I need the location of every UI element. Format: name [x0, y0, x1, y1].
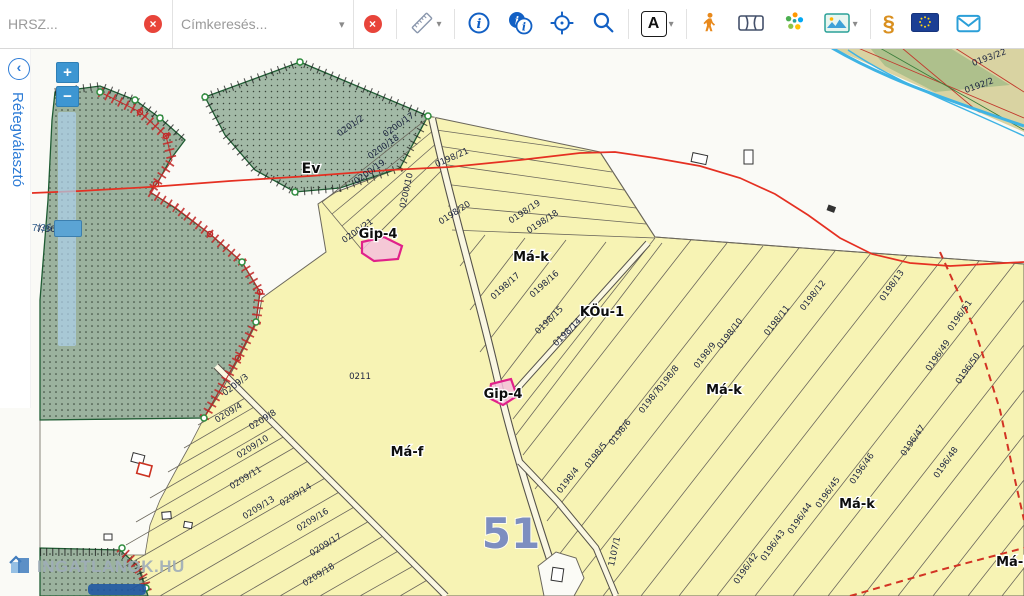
toolbar: × ▾ × ▾ i — [0, 0, 1024, 49]
panorama-icon — [737, 11, 765, 38]
zone-label: Má-k — [706, 383, 742, 398]
watermark-text: INGATLANOK.HU — [37, 557, 185, 577]
legal-button[interactable]: § — [875, 0, 903, 48]
scale-indicator: 7/36 — [32, 223, 51, 234]
mail-icon — [955, 12, 982, 37]
zoom-in-button[interactable]: + — [56, 62, 79, 83]
zone-label: Gip-4 — [484, 387, 523, 402]
address-search-input[interactable] — [173, 1, 337, 47]
zone-label: Má-k — [839, 497, 875, 512]
watermark: INGATLANOK.HU — [8, 552, 185, 581]
locate-crosshair-icon — [549, 10, 575, 39]
person-icon — [699, 10, 721, 39]
map-application: × ▾ × ▾ i — [0, 0, 1024, 596]
parcel-info-icon: i i — [507, 10, 533, 39]
zoom-out-button[interactable]: − — [56, 86, 79, 107]
zoom-slider-handle[interactable] — [54, 220, 82, 237]
info-icon: i — [467, 11, 491, 38]
eu-flag-icon — [911, 13, 939, 35]
measure-ruler-icon — [409, 10, 435, 39]
labels-button[interactable]: A ▾ — [633, 0, 682, 48]
zone-label: KÖu-1 — [580, 304, 624, 320]
zone-label: Má-f — [391, 445, 424, 460]
layer-selector-label[interactable]: Rétegválasztó — [9, 92, 26, 187]
address-search-field: ▾ — [173, 0, 354, 48]
toolbar-divider — [454, 9, 455, 39]
address-clear-button[interactable]: × — [364, 15, 382, 33]
chevron-down-icon: ▾ — [853, 19, 858, 30]
chevron-down-icon: ▾ — [437, 19, 442, 30]
map-canvas[interactable]: 0201/20200/170200/180200/190200/100200/2… — [0, 48, 1024, 596]
eu-flag-button[interactable] — [903, 0, 947, 48]
zone-label: Má-k — [513, 250, 549, 265]
toolbar-tools: ▾ i i i — [401, 0, 990, 48]
imagery-button[interactable]: ▾ — [815, 0, 866, 48]
zone-label: Má-k — [996, 555, 1024, 570]
hrsz-clear-button[interactable]: × — [144, 15, 162, 33]
toolbar-divider — [870, 9, 871, 39]
streetview-button[interactable] — [691, 0, 729, 48]
panorama-button[interactable] — [729, 0, 773, 48]
map-container: 0201/20200/170200/180200/190200/100200/2… — [0, 48, 1024, 596]
svg-text:i: i — [521, 20, 525, 33]
hrsz-search-field: × — [0, 0, 173, 48]
hrsz-input[interactable] — [0, 1, 134, 47]
chevron-down-icon[interactable]: ▾ — [337, 18, 353, 31]
svg-text:i: i — [476, 17, 481, 32]
locate-button[interactable] — [541, 0, 583, 48]
info-button[interactable]: i — [459, 0, 499, 48]
big-parcel-label: 51 — [482, 509, 540, 558]
toolbar-divider — [628, 9, 629, 39]
label-a-icon: A — [641, 11, 667, 37]
ingatlanok-logo-icon — [8, 552, 32, 581]
measure-button[interactable]: ▾ — [401, 0, 450, 48]
paragraph-icon: § — [883, 12, 895, 36]
toolbar-divider — [396, 9, 397, 39]
big-parcel-number: 51 — [482, 509, 540, 558]
chevron-down-icon: ▾ — [669, 19, 674, 30]
watermark-bar — [88, 584, 146, 595]
poi-dots-icon — [781, 10, 807, 39]
zoom-search-button[interactable] — [583, 0, 624, 48]
contact-button[interactable] — [947, 0, 990, 48]
imagery-icon — [823, 11, 851, 38]
toolbar-divider — [686, 9, 687, 39]
layer-panel-collapse-button[interactable]: ‹ — [8, 58, 30, 80]
zone-label: Gip-4 — [359, 227, 398, 242]
parcel-info-button[interactable]: i i — [499, 0, 541, 48]
zone-label: Ev — [302, 161, 321, 177]
poi-button[interactable] — [773, 0, 815, 48]
parcel-number-label: 0211 — [349, 372, 371, 382]
zoom-search-icon — [591, 10, 616, 38]
